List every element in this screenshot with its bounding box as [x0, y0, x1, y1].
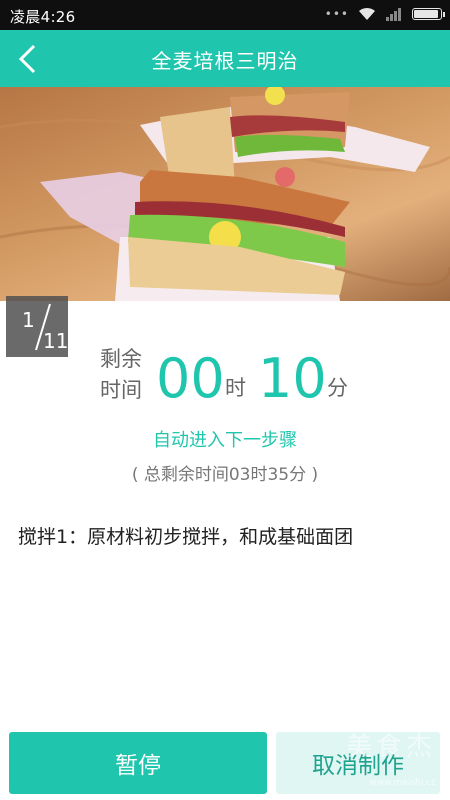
minutes-value: 10 [258, 347, 327, 410]
countdown-timer: 剩余 时间 00 时 10 分 [0, 340, 450, 420]
remaining-label-line1: 剩余 [100, 347, 142, 371]
hours-value: 00 [156, 347, 225, 410]
current-step-number: 1 [22, 308, 35, 332]
wifi-icon [359, 7, 375, 20]
total-remaining-time: ( 总剩余时间03时35分 ) [131, 465, 319, 485]
page-title: 全麦培根三明治 [151, 49, 299, 73]
minutes-unit: 分 [327, 376, 348, 400]
signal-icon [386, 8, 401, 21]
remaining-time-label: 剩余 时间 [100, 344, 150, 406]
watermark-url: www.meishi.cc [369, 778, 436, 788]
recipe-step-image [0, 87, 450, 301]
remaining-label-line2: 时间 [100, 378, 142, 402]
status-icons: ••• [324, 7, 445, 21]
sandwich-photo [0, 87, 450, 301]
step-description: 搅拌1：原材料初步搅拌，和成基础面团 [18, 526, 354, 548]
watermark-logo: 美食杰 www.meishi.cc [346, 726, 436, 790]
auto-next-step-text: 自动进入下一步骤 [153, 430, 297, 451]
status-bar: 凌晨4:26 ••• [0, 0, 450, 30]
notification-dots-icon: ••• [324, 7, 349, 21]
hours-unit: 时 [225, 376, 246, 400]
pause-button[interactable]: 暂停 [9, 732, 267, 794]
watermark-cn: 美食杰 [346, 732, 437, 762]
status-time: 凌晨4:26 [10, 8, 76, 26]
battery-icon [412, 8, 445, 20]
app-header: 全麦培根三明治 [0, 30, 450, 87]
